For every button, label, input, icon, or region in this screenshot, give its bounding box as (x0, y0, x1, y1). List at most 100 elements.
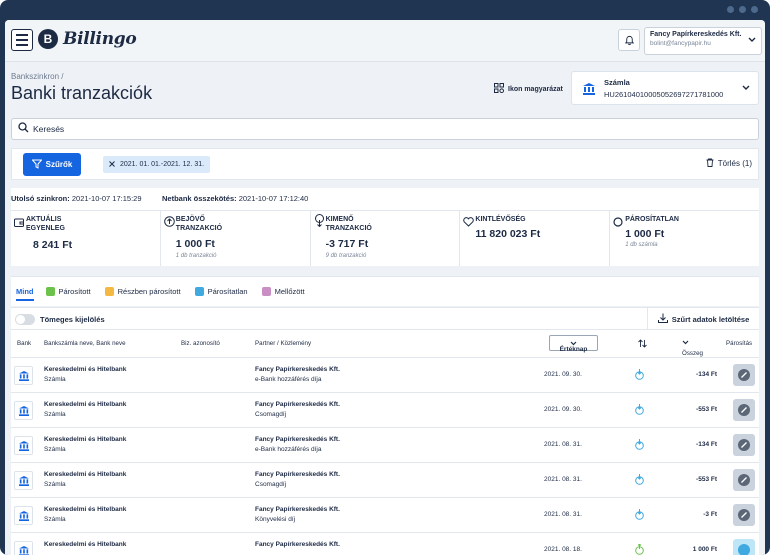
outgoing-icon (635, 439, 644, 452)
download-button[interactable]: Szűrt adatok letöltése (647, 308, 759, 330)
pair-button[interactable] (733, 539, 755, 555)
pair-button[interactable] (733, 504, 755, 526)
stat-title-line: TRANZAKCIÓ (175, 225, 223, 232)
tab-label: Párosított (58, 287, 91, 296)
table-header: Bank Bankszámla neve, Bank neve Biz. azo… (11, 329, 759, 357)
tab-ignored[interactable]: Mellőzött (261, 287, 305, 296)
stat-balance: AKTUÁLIS EGYENLEG 8 241 Ft (11, 211, 161, 266)
search-input[interactable] (33, 124, 733, 134)
table-row[interactable]: Kereskedelmi és Hitelbank Számla Fancy P… (11, 462, 759, 497)
close-icon[interactable] (109, 160, 115, 169)
window-dot[interactable] (751, 6, 758, 13)
stat-receivables: KINTLÉVŐSÉG 11 820 023 Ft (460, 211, 611, 266)
stat-incoming: BEJÖVŐ TRANZAKCIÓ 1 000 Ft 1 db tranzakci… (161, 211, 311, 266)
memo: e-Bank hozzáférés díja (255, 446, 322, 453)
breadcrumb[interactable]: Bankszinkron / (11, 72, 63, 81)
value-date: 2021. 08. 31. (544, 511, 582, 518)
bank-icon (14, 436, 33, 455)
top-bar: B Billingo Fancy Papírkereskedés Kft. bo… (5, 20, 765, 62)
pair-button[interactable] (733, 469, 755, 491)
tab-label: Mellőzött (274, 287, 305, 296)
clear-filters-button[interactable]: Törlés (1) (706, 158, 752, 169)
table-row[interactable]: Kereskedelmi és Hitelbank Számla Fancy P… (11, 357, 759, 392)
stat-value: 11 820 023 Ft (475, 228, 541, 240)
table-row[interactable]: Kereskedelmi és Hitelbank Számla Fancy P… (11, 427, 759, 462)
amount: 1 000 Ft (692, 546, 717, 553)
tab-partially-paired[interactable]: Részben párosított (104, 287, 181, 296)
chevron-down-icon (570, 341, 577, 345)
value-date: 2021. 09. 30. (544, 371, 582, 378)
tab-all[interactable]: Mind (16, 287, 34, 301)
bank-icon (14, 471, 33, 490)
icon-legend-button[interactable]: Ikon magyarázat (494, 83, 563, 95)
filters-button[interactable]: Szűrők (23, 153, 81, 176)
logo[interactable]: B Billingo (38, 29, 137, 49)
trash-icon (706, 158, 714, 169)
last-sync: Utolsó szinkron: 2021-10-07 17:15:29 (11, 194, 142, 203)
window-controls (727, 6, 758, 13)
transactions-list: Kereskedelmi és Hitelbank Számla Fancy P… (11, 357, 759, 555)
chevron-down-icon (748, 36, 756, 45)
amount-sort[interactable]: Összeg (682, 340, 703, 357)
legend-icon (494, 83, 504, 95)
breadcrumb-link[interactable]: Bankszinkron (11, 72, 59, 81)
pair-button[interactable] (733, 399, 755, 421)
menu-icon[interactable] (11, 29, 33, 51)
col-amount: Összeg (682, 350, 703, 357)
netbank-value: 2021-10-07 17:12:40 (238, 194, 309, 203)
table-row[interactable]: Kereskedelmi és Hitelbank Számla Fancy P… (11, 392, 759, 427)
account-number: HU26104010005052697271781000 (604, 90, 724, 99)
value-date: 2021. 09. 30. (544, 406, 582, 413)
browser-frame: B Billingo Fancy Papírkereskedés Kft. bo… (0, 0, 770, 555)
date-filter-chip[interactable]: 2021. 01. 01.-2021. 12. 31. (103, 156, 211, 173)
bank-name: Kereskedelmi és Hitelbank (44, 436, 127, 443)
table-row[interactable]: Kereskedelmi és Hitelbank Fancy Papírker… (11, 532, 759, 555)
ignored-swatch (261, 287, 271, 296)
stat-title-line: EGYENLEG (26, 225, 65, 232)
memo: Könyvelési díj (255, 516, 296, 523)
tab-unpaired[interactable]: Párosítatlan (194, 287, 248, 296)
search-box[interactable] (11, 118, 759, 140)
pair-button[interactable] (733, 364, 755, 386)
tab-paired[interactable]: Párosított (45, 287, 91, 296)
stat-unpaired: PÁROSÍTATLAN 1 000 Ft 1 db számla (610, 211, 759, 266)
logo-text: Billingo (63, 29, 137, 49)
account-name: Számla (44, 446, 66, 453)
bell-icon[interactable] (618, 29, 640, 51)
page-title: Banki tranzakciók (11, 83, 153, 103)
partner-name: Fancy Papírkereskedés Kft. (255, 366, 340, 373)
arrow-down-icon (314, 214, 325, 232)
status-tabs: Mind Párosított Részben párosított Páros… (11, 276, 759, 306)
table-row[interactable]: Kereskedelmi és Hitelbank Számla Fancy P… (11, 497, 759, 532)
bank-name: Kereskedelmi és Hitelbank (44, 541, 127, 548)
outgoing-icon (635, 474, 644, 487)
company-switcher[interactable]: Fancy Papírkereskedés Kft. bolint@fancyp… (644, 27, 762, 55)
bank-icon (582, 82, 596, 100)
stat-title-line: KIMENŐ (325, 216, 354, 223)
pair-icon (738, 439, 750, 451)
col-pairing: Párosítás (726, 340, 753, 347)
date-sort-button[interactable]: Értéknap (549, 335, 598, 353)
company-email: bolint@fancypapir.hu (650, 40, 711, 47)
window-dot[interactable] (727, 6, 734, 13)
pair-button[interactable] (733, 434, 755, 456)
stat-title: PÁROSÍTATLAN (625, 216, 679, 223)
filter-icon (31, 159, 43, 171)
bulk-select-label: Tömeges kijelölés (40, 315, 105, 324)
pair-icon (738, 509, 750, 521)
download-label: Szűrt adatok letöltése (671, 314, 750, 324)
date-filter-label: 2021. 01. 01.-2021. 12. 31. (120, 161, 205, 168)
window-dot[interactable] (739, 6, 746, 13)
stat-title: AKTUÁLIS EGYENLEG (26, 215, 65, 233)
memo: Csomagdíj (255, 411, 287, 418)
stat-subtext: 1 db tranzakció (175, 253, 217, 259)
bulk-select-toggle[interactable] (15, 314, 35, 325)
stat-title: KINTLÉVŐSÉG (475, 216, 526, 223)
chevron-down-icon (682, 340, 689, 345)
tab-label: Párosítatlan (207, 287, 248, 296)
account-selector[interactable]: Számla HU26104010005052697271781000 (571, 71, 759, 105)
search-icon (18, 120, 29, 138)
pair-icon (738, 474, 750, 486)
netbank-link: Netbank összekötés: 2021-10-07 17:12:40 (162, 194, 308, 203)
sort-icon[interactable] (638, 339, 647, 350)
